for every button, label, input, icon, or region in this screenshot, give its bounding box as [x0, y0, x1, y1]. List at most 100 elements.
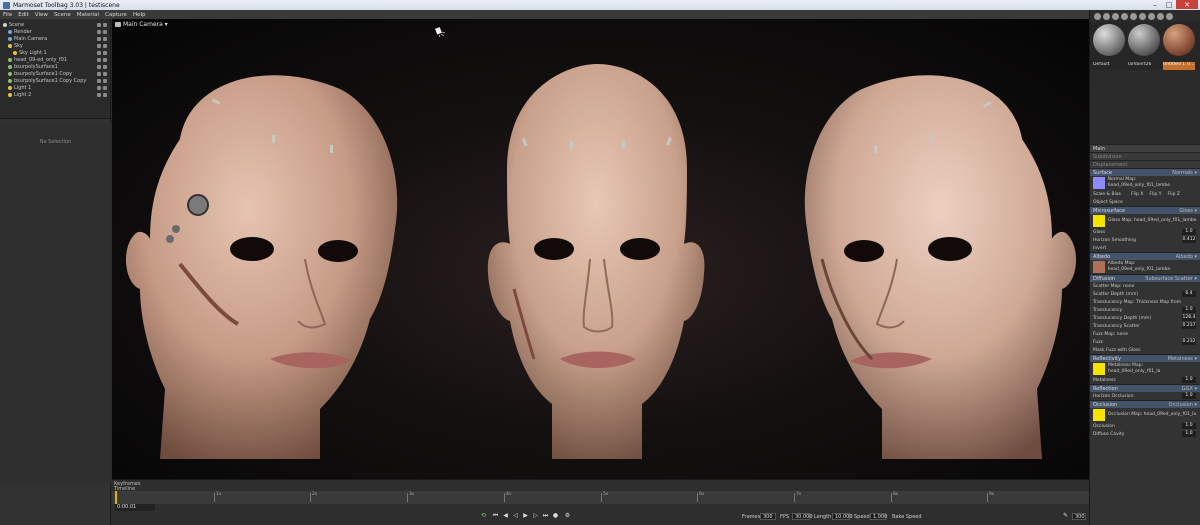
translucency-depth-value[interactable]: 128.4 [1182, 315, 1196, 321]
diffuse-cavity-value[interactable]: 1.0 [1182, 431, 1196, 437]
horizon-smoothing-value[interactable]: 0.412 [1182, 237, 1196, 243]
flip-y-checkbox[interactable]: Flip Y [1149, 192, 1161, 197]
material-tool-icon[interactable] [1130, 12, 1137, 20]
albedo-map-row[interactable]: Albedo Map: head_09ed_only_f01_lambe [1090, 260, 1200, 274]
head-model-right[interactable] [792, 59, 1082, 479]
albedo-map-thumbnail[interactable] [1093, 261, 1105, 273]
head-model-left[interactable] [120, 59, 410, 479]
lock-icon[interactable] [97, 64, 101, 69]
section-occlusion[interactable]: Occlusion Occlusion ▾ [1090, 400, 1200, 408]
reflection-mode-dropdown[interactable]: GGX ▾ [1182, 386, 1197, 392]
lock-icon[interactable] [97, 29, 101, 34]
section-albedo[interactable]: Albedo Albedo ▾ [1090, 252, 1200, 260]
lock-icon[interactable] [97, 43, 101, 48]
step-forward-icon[interactable]: ▷ [532, 512, 539, 519]
material-swatch-default[interactable] [1093, 24, 1125, 56]
speed-field[interactable]: 1.000 [870, 513, 887, 520]
menu-capture[interactable]: Capture [105, 12, 127, 18]
eye-icon[interactable] [103, 85, 107, 90]
lock-icon[interactable] [97, 92, 101, 97]
outliner-item[interactable]: Main Camera [0, 35, 110, 42]
section-surface[interactable]: Surface Normals ▾ [1090, 168, 1200, 176]
material-swatch-skin[interactable] [1163, 24, 1195, 56]
eye-icon[interactable] [103, 22, 107, 27]
eye-icon[interactable] [103, 29, 107, 34]
material-name[interactable]: Default [1093, 62, 1125, 70]
mask-fuzz-checkbox[interactable]: Mask Fuzz with Gloss [1090, 346, 1200, 354]
translucency-scatter-value[interactable]: 0.237 [1182, 323, 1196, 329]
translucency-map-row[interactable]: Translucency Map: Thickness Map from [1090, 298, 1200, 306]
eye-icon[interactable] [103, 64, 107, 69]
section-main[interactable]: Main [1090, 144, 1200, 152]
normal-map-thumbnail[interactable] [1093, 177, 1105, 189]
frames-field[interactable]: 300 [760, 513, 776, 520]
timeline-ruler[interactable]: 1s 2s 3s 4s 5s 6s 7s 8s 9s [112, 491, 1089, 504]
viewport[interactable]: Main Camera ▾ [112, 19, 1089, 479]
skip-end-icon[interactable]: ⏭ [542, 512, 549, 519]
step-back-icon[interactable]: ◀ [502, 512, 509, 519]
lock-icon[interactable] [97, 85, 101, 90]
gloss-value[interactable]: 1.0 [1182, 229, 1196, 235]
lock-icon[interactable] [97, 78, 101, 83]
normal-map-row[interactable]: Normal Map: head_09ed_only_f01_lambe [1090, 176, 1200, 190]
play-reverse-icon[interactable]: ◁ [512, 512, 519, 519]
surface-mode-dropdown[interactable]: Normals ▾ [1172, 170, 1197, 176]
menu-view[interactable]: View [35, 12, 48, 18]
material-tool-icon[interactable] [1112, 12, 1119, 20]
diffusion-mode-dropdown[interactable]: Subsurface Scatter ▾ [1145, 276, 1197, 282]
material-tool-icon[interactable] [1148, 12, 1155, 20]
record-icon[interactable]: ● [552, 512, 559, 519]
section-microsurface[interactable]: Microsurface Gloss ▾ [1090, 206, 1200, 214]
head-model-center[interactable] [472, 59, 722, 479]
camera-selector[interactable]: Main Camera ▾ [123, 21, 168, 28]
microsurface-mode-dropdown[interactable]: Gloss ▾ [1179, 208, 1197, 214]
gloss-map-thumbnail[interactable] [1093, 215, 1105, 227]
eye-icon[interactable] [103, 43, 107, 48]
outliner-item[interactable]: Scene [0, 21, 110, 28]
settings-icon[interactable]: ⚙ [564, 512, 571, 519]
scatter-map-row[interactable]: Scatter Map: none [1090, 282, 1200, 290]
outliner-item[interactable]: Sky [0, 42, 110, 49]
eye-icon[interactable] [103, 50, 107, 55]
keyframe-edit-icon[interactable]: ✎ [1062, 512, 1069, 519]
gloss-map-row[interactable]: Gloss Map: head_09ed_only_f01_lambe [1090, 214, 1200, 228]
outliner-item[interactable]: Light 1 [0, 84, 110, 91]
outliner-item[interactable]: head_09-ed_only_f01 [0, 56, 110, 63]
bake-speed-button[interactable]: Bake Speed [892, 514, 922, 520]
flip-x-checkbox[interactable]: Flip X [1131, 192, 1143, 197]
maximize-button[interactable]: □ [1162, 0, 1176, 9]
translucency-value[interactable]: 1.0 [1182, 307, 1196, 313]
section-subdivision[interactable]: Subdivision [1090, 152, 1200, 160]
material-tool-icon[interactable] [1121, 12, 1128, 20]
eye-icon[interactable] [103, 71, 107, 76]
material-tool-icon[interactable] [1103, 12, 1110, 20]
eye-icon[interactable] [103, 57, 107, 62]
outliner-item[interactable]: Render [0, 28, 110, 35]
outliner-item[interactable]: Sky Light 1 [0, 49, 110, 56]
metalness-map-row[interactable]: Metalness Map: head_09ed_only_f01_la [1090, 362, 1200, 376]
eye-icon[interactable] [103, 78, 107, 83]
loop-icon[interactable]: ⟲ [480, 512, 487, 519]
material-tool-icon[interactable] [1139, 12, 1146, 20]
menu-help[interactable]: Help [133, 12, 146, 18]
fuzz-map-row[interactable]: Fuzz Map: none [1090, 330, 1200, 338]
menu-file[interactable]: File [3, 12, 12, 18]
menu-material[interactable]: Material [77, 12, 99, 18]
occlusion-value[interactable]: 1.0 [1182, 423, 1196, 429]
play-icon[interactable]: ▶ [522, 512, 529, 519]
menu-edit[interactable]: Edit [18, 12, 29, 18]
object-space-checkbox[interactable]: Object Space [1090, 198, 1200, 206]
skip-start-icon[interactable]: ⏮ [492, 512, 499, 519]
length-field[interactable]: 10.000 [832, 513, 853, 520]
minimize-button[interactable]: – [1148, 0, 1162, 9]
occlusion-map-thumbnail[interactable] [1093, 409, 1105, 421]
section-diffusion[interactable]: Diffusion Subsurface Scatter ▾ [1090, 274, 1200, 282]
section-reflection[interactable]: Reflection GGX ▾ [1090, 384, 1200, 392]
section-reflectivity[interactable]: Reflectivity Metalness ▾ [1090, 354, 1200, 362]
outliner-item[interactable]: Light 2 [0, 91, 110, 98]
material-tool-icon[interactable] [1157, 12, 1164, 20]
light-gizmo-icon[interactable] [435, 27, 445, 37]
lock-icon[interactable] [97, 71, 101, 76]
material-tool-icon[interactable] [1166, 12, 1173, 20]
outliner-item[interactable]: bsurpolySurface1 Copy [0, 70, 110, 77]
